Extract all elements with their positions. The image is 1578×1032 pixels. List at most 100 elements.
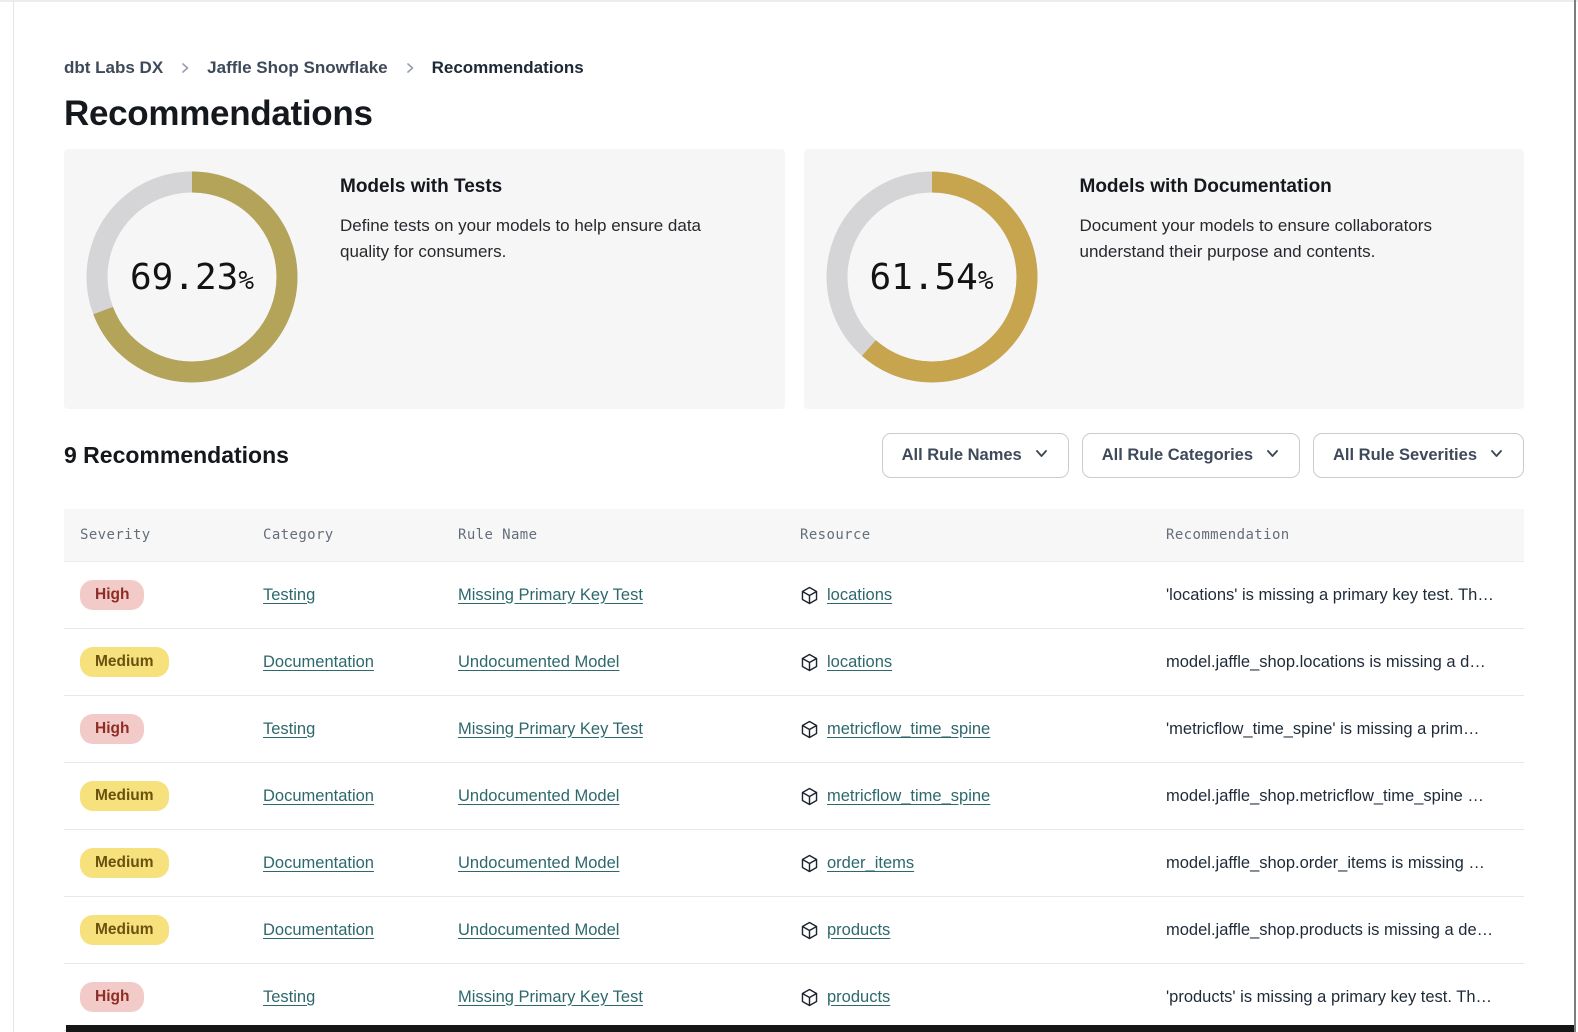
category-cell: Documentation (263, 921, 458, 940)
rule-severities-filter-dropdown[interactable]: All Rule Severities (1313, 433, 1524, 478)
package-cube-icon (800, 720, 819, 739)
rule-name-link[interactable]: Missing Primary Key Test (458, 586, 643, 604)
resource-link[interactable]: order_items (827, 854, 914, 873)
category-cell: Documentation (263, 854, 458, 873)
package-cube-icon (800, 653, 819, 672)
recommendation-text: 'locations' is missing a primary key tes… (1166, 586, 1524, 605)
models-with-documentation-card: 61.54% Models with Documentation Documen… (804, 149, 1525, 409)
rule-name-cell: Undocumented Model (458, 653, 800, 672)
resource-link[interactable]: products (827, 921, 890, 940)
rule-names-filter-dropdown[interactable]: All Rule Names (882, 433, 1069, 478)
table-row: Medium Documentation Undocumented Model … (64, 763, 1524, 830)
rule-name-cell: Missing Primary Key Test (458, 586, 800, 605)
column-header-recommendation: Recommendation (1166, 527, 1524, 543)
rule-name-link[interactable]: Undocumented Model (458, 921, 619, 939)
page-title: Recommendations (64, 94, 1524, 134)
resource-link[interactable]: metricflow_time_spine (827, 787, 990, 806)
severity-cell: High (64, 580, 263, 609)
package-cube-icon (800, 854, 819, 873)
recommendation-text: model.jaffle_shop.products is missing a … (1166, 921, 1524, 940)
bottom-clipped-dark-bar (66, 1025, 1574, 1032)
rule-name-cell: Undocumented Model (458, 921, 800, 940)
severity-badge: Medium (80, 781, 169, 810)
table-row: Medium Documentation Undocumented Model … (64, 629, 1524, 696)
tests-percent-value: 69.23% (86, 171, 298, 383)
column-header-severity: Severity (64, 527, 263, 543)
column-header-resource: Resource (800, 527, 1166, 543)
category-link[interactable]: Documentation (263, 921, 374, 939)
card-title: Models with Documentation (1080, 176, 1472, 198)
list-toolbar: 9 Recommendations All Rule Names All Rul… (64, 433, 1524, 478)
severity-badge: Medium (80, 647, 169, 676)
column-header-rule-name: Rule Name (458, 527, 800, 543)
chevron-down-icon (1489, 446, 1504, 466)
rule-name-cell: Missing Primary Key Test (458, 720, 800, 739)
severity-cell: Medium (64, 915, 263, 944)
left-edge-divider (13, 0, 14, 1032)
table-row: High Testing Missing Primary Key Test pr… (64, 964, 1524, 1031)
table-row: High Testing Missing Primary Key Test lo… (64, 562, 1524, 629)
card-description: Define tests on your models to help ensu… (340, 213, 755, 264)
tests-donut-chart: 69.23% (86, 171, 298, 383)
category-cell: Testing (263, 988, 458, 1007)
filter-group: All Rule Names All Rule Categories All R… (882, 433, 1524, 478)
breadcrumb-account-link[interactable]: dbt Labs DX (64, 58, 163, 78)
package-cube-icon (800, 787, 819, 806)
percent-sign: % (978, 266, 994, 296)
table-header-row: Severity Category Rule Name Resource Rec… (64, 509, 1524, 562)
category-link[interactable]: Documentation (263, 787, 374, 805)
rule-name-link[interactable]: Missing Primary Key Test (458, 720, 643, 738)
card-description: Document your models to ensure collabora… (1080, 213, 1472, 264)
recommendation-text: model.jaffle_shop.order_items is missing… (1166, 854, 1524, 873)
resource-link[interactable]: locations (827, 653, 892, 672)
rule-name-link[interactable]: Undocumented Model (458, 653, 619, 671)
docs-percent-value: 61.54% (826, 171, 1038, 383)
chevron-right-icon (178, 61, 192, 75)
chevron-down-icon (1034, 446, 1049, 466)
category-link[interactable]: Documentation (263, 854, 374, 872)
category-cell: Documentation (263, 653, 458, 672)
breadcrumb-project-link[interactable]: Jaffle Shop Snowflake (207, 58, 387, 78)
rule-name-link[interactable]: Undocumented Model (458, 854, 619, 872)
recommendation-text: model.jaffle_shop.locations is missing a… (1166, 653, 1524, 672)
table-body: High Testing Missing Primary Key Test lo… (64, 562, 1524, 1031)
recommendations-table: Severity Category Rule Name Resource Rec… (64, 509, 1524, 1031)
metric-cards: 69.23% Models with Tests Define tests on… (64, 149, 1524, 409)
rule-categories-filter-dropdown[interactable]: All Rule Categories (1082, 433, 1300, 478)
resource-cell: metricflow_time_spine (800, 720, 1166, 739)
chevron-right-icon (403, 61, 417, 75)
package-cube-icon (800, 988, 819, 1007)
table-row: Medium Documentation Undocumented Model … (64, 897, 1524, 964)
recommendations-count-heading: 9 Recommendations (64, 442, 289, 469)
column-header-category: Category (263, 527, 458, 543)
percent-sign: % (238, 266, 254, 296)
resource-link[interactable]: locations (827, 586, 892, 605)
category-link[interactable]: Testing (263, 720, 315, 738)
category-link[interactable]: Documentation (263, 653, 374, 671)
category-link[interactable]: Testing (263, 988, 315, 1006)
rule-name-cell: Missing Primary Key Test (458, 988, 800, 1007)
severity-cell: Medium (64, 647, 263, 676)
severity-badge: High (80, 580, 144, 609)
recommendation-text: 'metricflow_time_spine' is missing a pri… (1166, 720, 1524, 739)
window-top-edge (0, 0, 1578, 2)
rule-name-cell: Undocumented Model (458, 787, 800, 806)
resource-link[interactable]: products (827, 988, 890, 1007)
breadcrumb: dbt Labs DX Jaffle Shop Snowflake Recomm… (64, 58, 1524, 78)
filter-label: All Rule Severities (1333, 446, 1477, 465)
resource-cell: metricflow_time_spine (800, 787, 1166, 806)
category-cell: Testing (263, 720, 458, 739)
recommendations-page: dbt Labs DX Jaffle Shop Snowflake Recomm… (0, 0, 1578, 1031)
rule-name-link[interactable]: Undocumented Model (458, 787, 619, 805)
card-text-block: Models with Documentation Document your … (1038, 149, 1502, 409)
rule-name-link[interactable]: Missing Primary Key Test (458, 988, 643, 1006)
category-link[interactable]: Testing (263, 586, 315, 604)
severity-cell: Medium (64, 781, 263, 810)
recommendation-text: 'products' is missing a primary key test… (1166, 988, 1524, 1007)
percent-number: 69.23 (130, 257, 238, 298)
docs-donut-chart: 61.54% (826, 171, 1038, 383)
breadcrumb-current-page: Recommendations (432, 58, 584, 78)
resource-cell: locations (800, 586, 1166, 605)
filter-label: All Rule Names (902, 446, 1022, 465)
resource-link[interactable]: metricflow_time_spine (827, 720, 990, 739)
